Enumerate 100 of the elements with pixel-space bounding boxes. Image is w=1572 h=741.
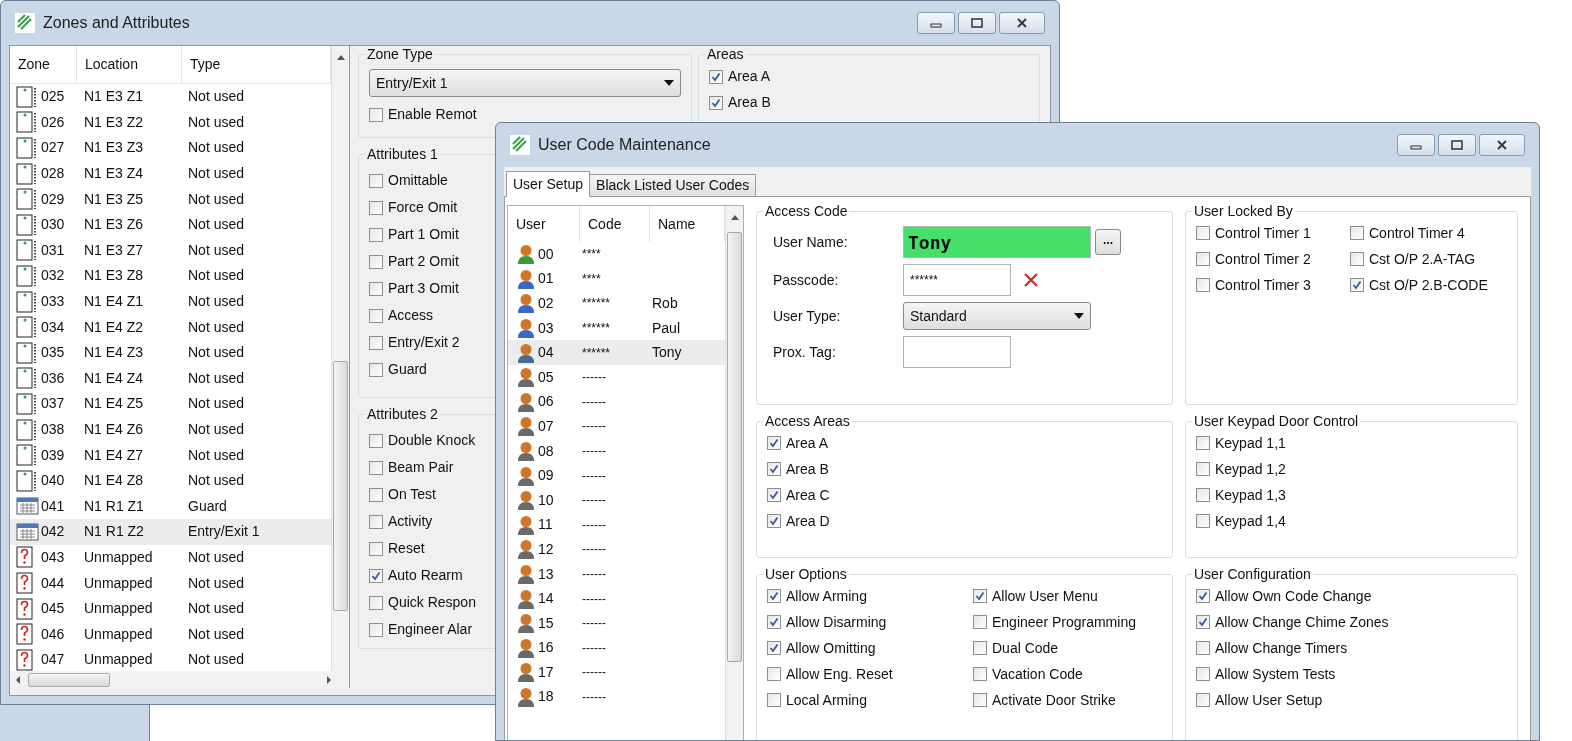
zone-row[interactable]: 041 N1 R1 Z1 Guard [10, 493, 331, 520]
minimize-button[interactable] [917, 12, 955, 34]
zone-row[interactable]: 039 N1 E4 Z7 Not used [10, 442, 331, 468]
scroll-left-icon[interactable] [14, 674, 22, 685]
checkbox[interactable]: Allow Change Timers [1196, 639, 1348, 657]
checkbox[interactable]: Activity [369, 512, 433, 531]
column-header[interactable]: Zone [10, 46, 77, 83]
checkbox[interactable]: Allow Change Chime Zones [1196, 613, 1389, 631]
horizontal-scrollbar[interactable] [10, 671, 349, 688]
scrollbar[interactable] [725, 206, 743, 740]
checkbox[interactable]: Allow Omitting [767, 639, 876, 657]
checkbox[interactable]: Keypad 1,1 [1196, 434, 1286, 452]
user-row[interactable]: 02 ****** Rob [508, 291, 725, 316]
checkbox[interactable]: Guard [369, 360, 427, 379]
user-row[interactable]: 15 ------ [508, 610, 725, 636]
checkbox[interactable]: Keypad 1,4 [1196, 512, 1286, 530]
checkbox[interactable]: Reset [369, 539, 425, 558]
user-row[interactable]: 18 ------ [508, 684, 725, 710]
checkbox[interactable]: Keypad 1,3 [1196, 486, 1286, 504]
zone-row[interactable]: 037 N1 E4 Z5 Not used [10, 391, 331, 417]
checkbox[interactable]: Area B [767, 460, 829, 478]
scrollbar[interactable] [331, 46, 349, 671]
user-row[interactable]: 08 ------ [508, 438, 725, 464]
user-row[interactable]: 11 ------ [508, 512, 725, 538]
zone-row[interactable]: 042 N1 R1 Z2 Entry/Exit 1 [10, 519, 331, 545]
minimize-button[interactable] [1397, 134, 1435, 156]
checkbox[interactable]: Engineer Programming [973, 613, 1136, 631]
user-row[interactable]: 03 ****** Paul [508, 315, 725, 341]
checkbox[interactable]: Omittable [369, 171, 448, 190]
prox-tag-field[interactable] [903, 336, 1011, 368]
checkbox[interactable]: Allow User Menu [973, 587, 1098, 605]
tab[interactable]: Black Listed User Codes [590, 174, 757, 197]
browse-button[interactable]: ... [1095, 229, 1121, 255]
user-row[interactable]: 10 ------ [508, 487, 725, 513]
zone-row[interactable]: 047 Unmapped Not used [10, 647, 331, 671]
zone-row[interactable]: 030 N1 E3 Z6 Not used [10, 211, 331, 238]
checkbox[interactable]: Activate Door Strike [973, 691, 1116, 709]
user-row[interactable]: 09 ------ [508, 463, 725, 488]
user-type-dropdown[interactable]: Standard [903, 302, 1091, 330]
clear-icon[interactable] [1023, 272, 1039, 288]
checkbox[interactable]: Part 1 Omit [369, 225, 459, 244]
zone-row[interactable]: 029 N1 E3 Z5 Not used [10, 186, 331, 212]
checkbox[interactable]: Allow Disarming [767, 613, 887, 631]
checkbox[interactable]: Vacation Code [973, 665, 1083, 683]
zone-row[interactable]: 028 N1 E3 Z4 Not used [10, 160, 331, 187]
close-button[interactable] [1479, 134, 1525, 156]
zone-row[interactable]: 038 N1 E4 Z6 Not used [10, 416, 331, 443]
close-button[interactable] [999, 12, 1045, 34]
column-header[interactable]: Location [77, 46, 182, 83]
user-row[interactable]: 12 ------ [508, 537, 725, 562]
checkbox[interactable]: Keypad 1,2 [1196, 460, 1286, 478]
checkbox[interactable]: Control Timer 2 [1196, 250, 1311, 268]
maximize-button[interactable] [958, 12, 996, 34]
checkbox[interactable]: Allow Own Code Change [1196, 587, 1372, 605]
checkbox[interactable]: On Test [369, 485, 436, 504]
checkbox[interactable]: Control Timer 3 [1196, 276, 1311, 294]
checkbox[interactable]: Engineer Alar [369, 620, 473, 639]
checkbox[interactable]: Enable Remot [369, 104, 477, 125]
zone-row[interactable]: 025 N1 E3 Z1 Not used [10, 84, 331, 110]
user-row[interactable]: 17 ------ [508, 660, 725, 685]
checkbox[interactable]: Entry/Exit 2 [369, 333, 460, 352]
checkbox[interactable]: Area B [709, 93, 771, 112]
zone-row[interactable]: 032 N1 E3 Z8 Not used [10, 263, 331, 289]
checkbox[interactable]: Control Timer 1 [1196, 224, 1311, 242]
zone-row[interactable]: 036 N1 E4 Z4 Not used [10, 365, 331, 392]
zone-row[interactable]: 046 Unmapped Not used [10, 621, 331, 648]
tab[interactable]: User Setup [506, 171, 591, 197]
zone-row[interactable]: 045 Unmapped Not used [10, 595, 331, 622]
user-row[interactable]: 07 ------ [508, 414, 725, 439]
scroll-right-icon[interactable] [325, 674, 333, 685]
zone-row[interactable]: 040 N1 E4 Z8 Not used [10, 467, 331, 494]
checkbox[interactable]: Control Timer 4 [1350, 224, 1465, 242]
checkbox[interactable]: Area D [767, 512, 830, 530]
column-header[interactable]: Code [580, 206, 650, 242]
zone-row[interactable]: 034 N1 E4 Z2 Not used [10, 314, 331, 340]
passcode-field[interactable]: ****** [903, 264, 1011, 296]
user-row[interactable]: 16 ------ [508, 635, 725, 661]
checkbox[interactable]: Area A [767, 434, 829, 452]
zone-row[interactable]: 033 N1 E4 Z1 Not used [10, 288, 331, 315]
checkbox[interactable]: Allow User Setup [1196, 691, 1323, 709]
checkbox[interactable]: Part 3 Omit [369, 279, 459, 298]
checkbox[interactable]: Allow Eng. Reset [767, 665, 893, 683]
checkbox[interactable]: Force Omit [369, 198, 458, 217]
zone-row[interactable]: 044 Unmapped Not used [10, 570, 331, 596]
user-name-field[interactable]: Tony [903, 226, 1091, 258]
checkbox[interactable]: Part 2 Omit [369, 252, 459, 271]
zone-row[interactable]: 043 Unmapped Not used [10, 544, 331, 571]
user-row[interactable]: 05 ------ [508, 364, 725, 390]
user-row[interactable]: 06 ------ [508, 389, 725, 415]
column-header[interactable]: User [508, 206, 580, 242]
checkbox[interactable]: Dual Code [973, 639, 1059, 657]
checkbox[interactable]: Cst O/P 2.B-CODE [1350, 276, 1488, 294]
checkbox[interactable]: Cst O/P 2.A-TAG [1350, 250, 1476, 268]
zone-row[interactable]: 026 N1 E3 Z2 Not used [10, 109, 331, 136]
checkbox[interactable]: Double Knock [369, 431, 476, 450]
zone-row[interactable]: 031 N1 E3 Z7 Not used [10, 237, 331, 264]
checkbox[interactable]: Access [369, 306, 434, 325]
user-row[interactable]: 00 **** [508, 242, 725, 267]
zone-type-dropdown[interactable]: Entry/Exit 1 [369, 69, 681, 97]
zone-row[interactable]: 027 N1 E3 Z3 Not used [10, 135, 331, 161]
